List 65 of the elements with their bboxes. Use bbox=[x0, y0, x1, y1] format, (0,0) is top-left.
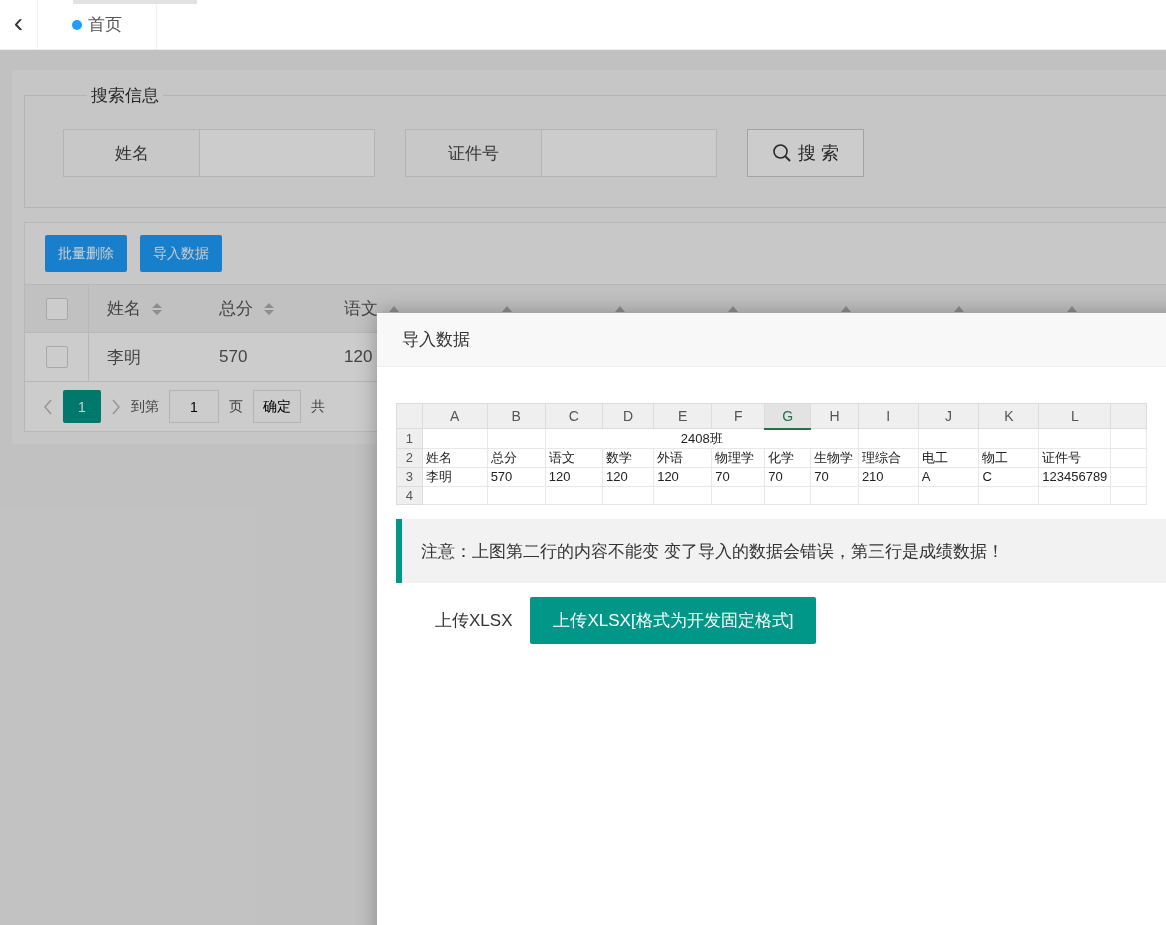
sheet-cell: 物理学 bbox=[715, 449, 755, 465]
column-letter: K bbox=[1004, 408, 1014, 424]
checkbox[interactable] bbox=[45, 346, 68, 368]
checkbox[interactable] bbox=[45, 297, 68, 320]
sheet-cell: 210 bbox=[861, 469, 884, 484]
sheet-cell: 姓名 bbox=[425, 449, 452, 465]
previous-icon[interactable] bbox=[43, 398, 53, 415]
panel-title: 搜索信息 bbox=[90, 85, 160, 107]
next-icon[interactable] bbox=[111, 398, 121, 415]
sheet-cell: 生物学 bbox=[814, 449, 854, 465]
column-letter: H bbox=[829, 408, 840, 424]
column-letter: E bbox=[678, 408, 688, 424]
column-letter: B bbox=[511, 408, 521, 424]
column-letter: D bbox=[623, 408, 634, 424]
page-unit: 页 bbox=[229, 397, 243, 416]
sheet-cell: 物工 bbox=[982, 449, 1009, 465]
sheet-cell: 电工 bbox=[921, 449, 948, 465]
upload-label: 上传XLSX bbox=[435, 610, 513, 632]
confirm-button[interactable]: 确定 bbox=[253, 390, 301, 423]
column-letter: I bbox=[886, 408, 891, 424]
sheet-cell: 数学 bbox=[606, 449, 632, 465]
sheet-cell: 外语 bbox=[657, 449, 684, 465]
sort-icon[interactable] bbox=[151, 300, 163, 317]
sheet-cell: 理综合 bbox=[861, 449, 901, 465]
total-label: 共 bbox=[311, 397, 325, 416]
sheet-cell: 化学 bbox=[768, 449, 795, 465]
sheet-cell: 570 bbox=[490, 469, 513, 484]
search-icon bbox=[772, 143, 792, 163]
column-header: 语文 bbox=[344, 298, 378, 320]
table-cell: 120 bbox=[344, 347, 373, 367]
sheet-cell: 120 bbox=[606, 469, 628, 484]
column-letter: C bbox=[568, 408, 579, 424]
dialog-title: 导入数据 bbox=[402, 329, 470, 351]
column-header: 姓名 bbox=[107, 298, 141, 320]
upload-button[interactable]: 上传XLSX[格式为开发固定格式] bbox=[530, 597, 817, 644]
page-input[interactable]: 1 bbox=[169, 390, 219, 423]
sheet-cell: 123456789 bbox=[1042, 469, 1108, 484]
goto-label: 到第 bbox=[131, 397, 159, 416]
row-number: 4 bbox=[405, 487, 413, 503]
notice-text: 注意：上图第二行的内容不能变 变了导入的数据会错误，第三行是成绩数据！ bbox=[421, 540, 1004, 563]
sheet-cell: 120 bbox=[657, 469, 679, 484]
column-letter: L bbox=[1070, 408, 1079, 424]
table-cell: 570 bbox=[219, 347, 248, 367]
sort-icon[interactable] bbox=[263, 300, 275, 317]
column-letter: G bbox=[782, 407, 794, 424]
sheet-cell: 120 bbox=[548, 469, 571, 484]
column-header: 总分 bbox=[219, 298, 253, 320]
column-letter: F bbox=[733, 408, 743, 424]
sheet-cell: C bbox=[982, 469, 992, 484]
row-number: 3 bbox=[405, 469, 413, 484]
sheet-cell: 语文 bbox=[548, 449, 575, 465]
column-letter: J bbox=[945, 408, 953, 424]
row-number: 1 bbox=[405, 430, 413, 446]
sheet-cell: 总分 bbox=[490, 449, 517, 465]
row-number: 2 bbox=[405, 450, 413, 465]
sheet-cell: 70 bbox=[814, 469, 829, 484]
table-cell-text: 李明 bbox=[107, 346, 141, 369]
sheet-cell: 70 bbox=[715, 469, 730, 484]
column-letter: A bbox=[449, 408, 460, 424]
sheet-cell: 李明 bbox=[425, 468, 452, 484]
sheet-cell: A bbox=[921, 469, 931, 484]
sheet-cell: 70 bbox=[768, 469, 783, 484]
sheet-title: 2408班 bbox=[680, 430, 723, 446]
sheet-cell: 证件号 bbox=[1042, 449, 1082, 465]
search-button[interactable]: 搜 索 bbox=[747, 129, 864, 177]
